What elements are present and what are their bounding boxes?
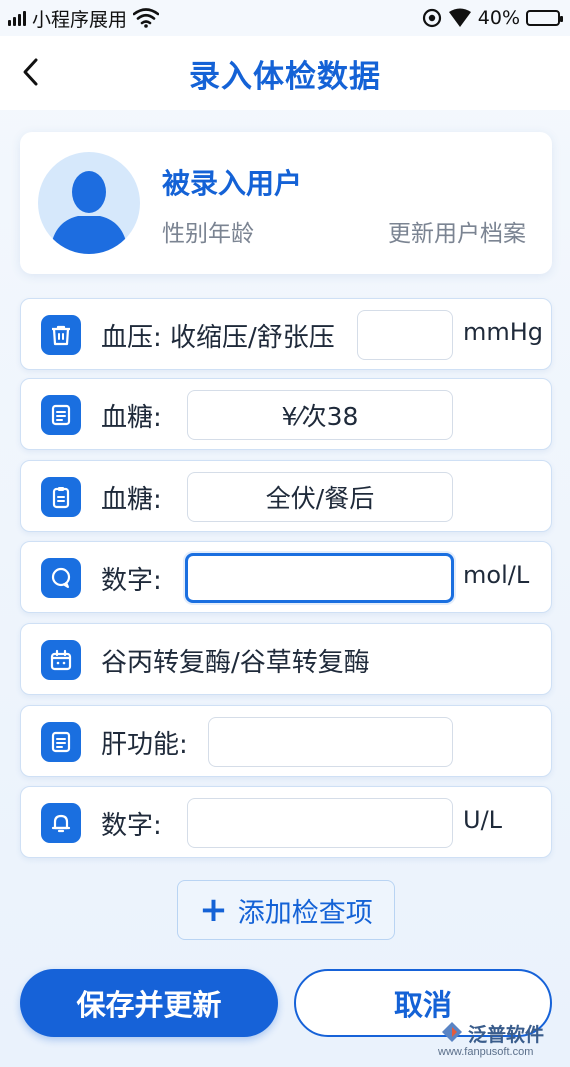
plus-icon: + xyxy=(199,890,228,930)
page-title: 录入体检数据 xyxy=(189,58,381,95)
field-label: 血压: 收缩压/舒张压 xyxy=(101,323,335,353)
status-bar: 小程序展用 40% xyxy=(0,0,570,36)
blood-sugar-input[interactable] xyxy=(187,390,453,440)
field-label: 数字: xyxy=(101,566,162,596)
field-label: 肝功能: xyxy=(101,730,188,760)
calendar-icon xyxy=(41,640,81,680)
field-row-number-mol: 数字: mol/L xyxy=(20,541,552,613)
alarm-icon xyxy=(422,8,441,28)
user-card: 被录入用户 性别年龄 更新用户档案 xyxy=(20,132,552,274)
unit-label: mmHg xyxy=(463,318,544,346)
blood-sugar-meal-input[interactable] xyxy=(187,472,453,522)
nav-bar: 录入体检数据 xyxy=(0,36,570,110)
field-label: 谷丙转复酶/谷草转复酶 xyxy=(101,648,370,678)
add-check-item-button[interactable]: + 添加检查项 xyxy=(177,880,395,940)
field-row-alt-ast[interactable]: 谷丙转复酶/谷草转复酶 xyxy=(20,623,552,695)
liver-function-input[interactable] xyxy=(208,717,453,767)
status-right: 40% xyxy=(422,7,563,29)
field-label: 血糖: xyxy=(101,485,162,515)
field-row-blood-sugar-meal: 血糖: xyxy=(20,460,552,532)
chat-bubble-icon xyxy=(41,558,81,598)
number-mol-input[interactable] xyxy=(185,553,454,603)
update-profile-link[interactable]: 更新用户档案 xyxy=(388,214,526,248)
clipboard-icon xyxy=(41,477,81,517)
document-icon xyxy=(41,722,81,762)
status-left: 小程序展用 xyxy=(8,5,160,32)
document-icon xyxy=(41,395,81,435)
avatar xyxy=(38,152,140,254)
watermark-brand: 泛普软件 xyxy=(468,1025,545,1046)
battery-icon xyxy=(526,10,563,26)
field-row-liver-function: 肝功能: xyxy=(20,705,552,777)
field-label: 数字: xyxy=(101,811,162,841)
user-avatar-icon xyxy=(50,171,128,254)
trash-icon xyxy=(41,315,81,355)
signal-icon xyxy=(8,10,26,26)
watermark: 泛普软件 www.fanpusoft.com xyxy=(438,1020,560,1064)
user-name: 被录入用户 xyxy=(162,167,303,200)
unit-label: U/L xyxy=(463,806,503,834)
back-icon[interactable] xyxy=(16,56,48,88)
field-row-number-ul: 数字: U/L xyxy=(20,786,552,858)
bell-icon xyxy=(41,803,81,843)
brand-logo-icon xyxy=(442,1022,462,1042)
carrier-label: 小程序展用 xyxy=(32,8,128,31)
user-gender-age: 性别年龄 xyxy=(162,221,254,247)
signal-strength-icon xyxy=(448,8,471,27)
add-check-item-label: 添加检查项 xyxy=(237,897,373,929)
watermark-url: www.fanpusoft.com xyxy=(438,1046,534,1058)
field-row-blood-pressure: 血压: 收缩压/舒张压 mmHg xyxy=(20,298,552,370)
unit-label: mol/L xyxy=(463,561,530,589)
field-label: 血糖: xyxy=(101,403,162,433)
battery-percent: 40% xyxy=(477,7,520,29)
field-row-blood-sugar: 血糖: xyxy=(20,378,552,450)
save-update-button[interactable]: 保存并更新 xyxy=(20,969,278,1037)
wifi-icon xyxy=(133,8,160,28)
number-ul-input[interactable] xyxy=(187,798,453,848)
